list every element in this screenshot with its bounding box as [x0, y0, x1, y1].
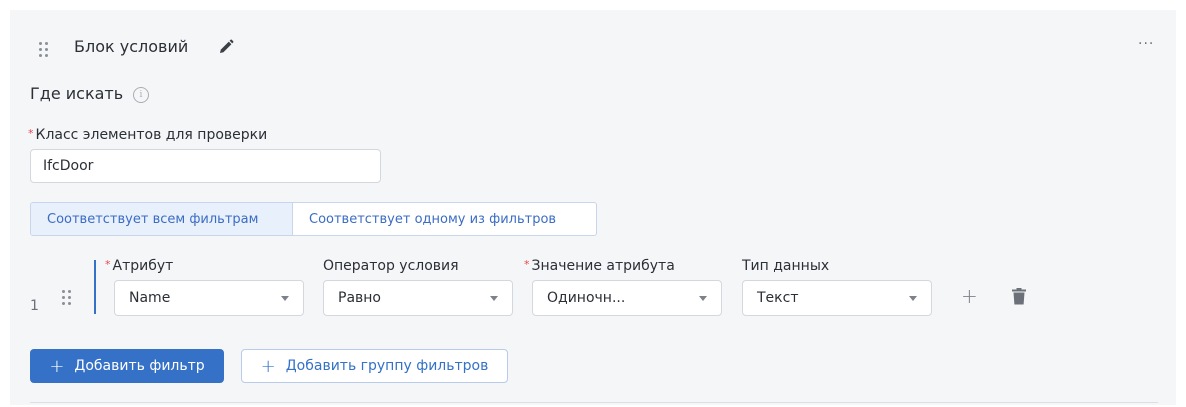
element-class-label: * Класс элементов для проверки — [28, 127, 267, 143]
trash-icon[interactable] — [1012, 288, 1026, 309]
element-class-value: IfcDoor — [43, 158, 94, 174]
operator-value: Равно — [338, 290, 381, 306]
bottom-divider — [30, 402, 1158, 403]
plus-icon: + — [260, 355, 276, 377]
attribute-label: * Атрибут — [105, 258, 173, 274]
data-type-label: Тип данных — [742, 258, 830, 274]
attribute-value: Name — [129, 290, 171, 306]
required-mark: * — [105, 258, 111, 271]
match-mode-segmented: Соответствует всем фильтрам Соответствуе… — [30, 202, 597, 236]
more-options-button[interactable]: ··· — [1138, 36, 1154, 52]
add-condition-icon[interactable]: + — [961, 286, 978, 306]
add-filter-group-button[interactable]: + Добавить группу фильтров — [241, 349, 508, 383]
add-filter-button[interactable]: + Добавить фильтр — [30, 349, 224, 383]
attribute-value-label-text: Значение атрибута — [531, 258, 675, 274]
chevron-down-icon — [909, 295, 917, 301]
required-mark: * — [524, 258, 530, 271]
element-class-input[interactable]: IfcDoor — [30, 149, 381, 183]
filter-row-indent-bar — [94, 260, 96, 314]
attribute-select[interactable]: Name — [114, 280, 304, 316]
filter-row-index: 1 — [30, 298, 39, 314]
required-mark: * — [28, 127, 34, 140]
attribute-label-text: Атрибут — [112, 258, 174, 274]
match-any-filter-option[interactable]: Соответствует одному из фильтров — [293, 203, 572, 235]
attribute-value-value: Одиночн... — [547, 290, 626, 306]
block-title: Блок условий — [74, 37, 189, 56]
chevron-down-icon — [281, 295, 289, 301]
info-icon[interactable]: i — [133, 87, 149, 103]
chevron-down-icon — [699, 295, 707, 301]
add-filter-label: Добавить фильтр — [74, 358, 205, 374]
plus-icon: + — [49, 355, 65, 377]
chevron-down-icon — [490, 295, 498, 301]
attribute-value-select[interactable]: Одиночн... — [532, 280, 722, 316]
operator-label: Оператор условия — [323, 258, 459, 274]
data-type-value: Текст — [757, 290, 799, 306]
attribute-value-label: * Значение атрибута — [524, 258, 675, 274]
where-to-search-label: Где искать — [30, 84, 124, 103]
edit-pencil-icon[interactable] — [217, 38, 235, 60]
add-filter-group-label: Добавить группу фильтров — [285, 358, 489, 374]
filter-drag-handle-icon[interactable] — [62, 290, 71, 305]
condition-block-card: Блок условий ··· Где искать i * Класс эле… — [10, 10, 1176, 405]
match-all-filters-option[interactable]: Соответствует всем фильтрам — [31, 203, 293, 235]
operator-select[interactable]: Равно — [323, 280, 513, 316]
drag-handle-icon[interactable] — [39, 42, 48, 57]
data-type-select[interactable]: Текст — [742, 280, 932, 316]
element-class-label-text: Класс элементов для проверки — [35, 127, 268, 143]
